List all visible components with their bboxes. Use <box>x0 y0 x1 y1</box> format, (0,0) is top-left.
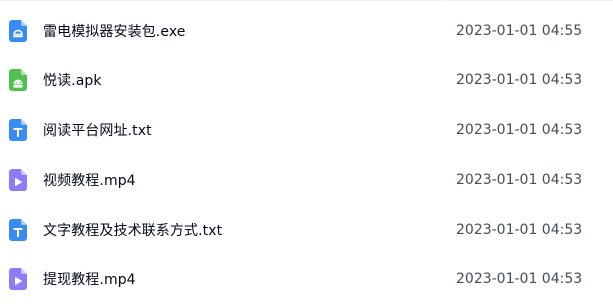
file-row[interactable]: 阅读平台网址.txt 2023-01-01 04:53 <box>0 105 613 155</box>
divider <box>0 0 445 1</box>
file-row[interactable]: 提现教程.mp4 2023-01-01 04:53 <box>0 254 613 304</box>
file-name[interactable]: 悦读.apk <box>43 70 102 90</box>
file-modified-time: 2023-01-01 04:55 <box>456 23 583 39</box>
file-modified-time: 2023-01-01 04:53 <box>456 122 583 138</box>
video-icon <box>9 268 27 290</box>
file-modified-time: 2023-01-01 04:53 <box>456 271 583 287</box>
file-name[interactable]: 视频教程.mp4 <box>43 170 136 190</box>
file-list: 雷电模拟器安装包.exe 2023-01-01 04:55 悦读.apk 202… <box>0 0 613 304</box>
file-row[interactable]: 雷电模拟器安装包.exe 2023-01-01 04:55 <box>0 6 613 56</box>
file-modified-time: 2023-01-01 04:53 <box>456 172 583 188</box>
file-row[interactable]: 悦读.apk 2023-01-01 04:53 <box>0 55 613 105</box>
txt-icon <box>9 219 27 241</box>
apk-icon <box>9 69 27 91</box>
file-name[interactable]: 文字教程及技术联系方式.txt <box>43 220 222 240</box>
file-modified-time: 2023-01-01 04:53 <box>456 222 583 238</box>
file-modified-time: 2023-01-01 04:53 <box>456 72 583 88</box>
file-row[interactable]: 文字教程及技术联系方式.txt 2023-01-01 04:53 <box>0 205 613 255</box>
txt-icon <box>9 119 27 141</box>
exe-icon <box>9 20 27 42</box>
file-row[interactable]: 视频教程.mp4 2023-01-01 04:53 <box>0 155 613 205</box>
file-name[interactable]: 提现教程.mp4 <box>43 269 136 289</box>
video-icon <box>9 169 27 191</box>
file-name[interactable]: 阅读平台网址.txt <box>43 120 152 140</box>
file-name[interactable]: 雷电模拟器安装包.exe <box>43 21 186 41</box>
divider <box>447 0 613 1</box>
